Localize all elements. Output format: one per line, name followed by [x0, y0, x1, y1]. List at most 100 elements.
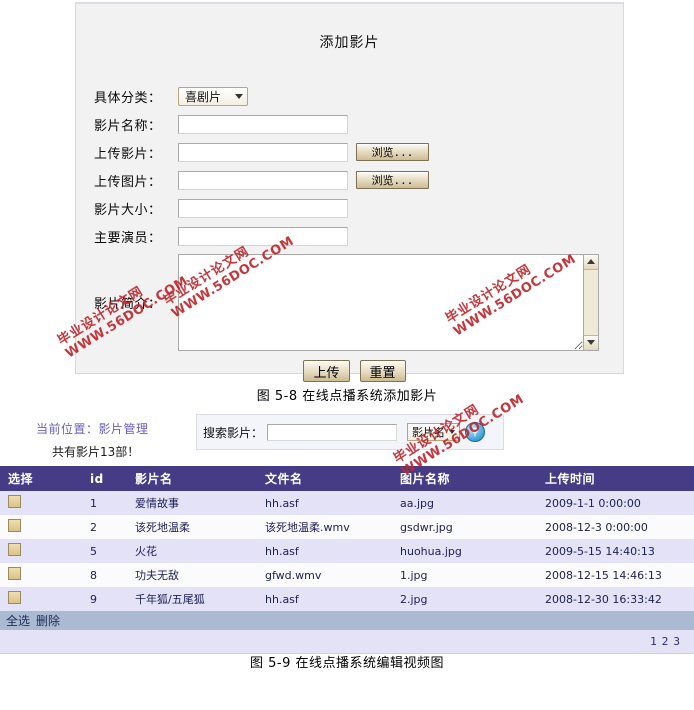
category-select[interactable]: 喜剧片	[178, 86, 248, 106]
row-checkbox[interactable]	[8, 495, 21, 508]
movie-count-text: 共有影片13部！	[52, 445, 140, 459]
browse-movie-button[interactable]: 浏览...	[356, 143, 429, 161]
form-title: 添加影片	[319, 35, 380, 51]
row-time: 2008-12-15 14:46:13	[537, 563, 694, 587]
control-movie-size	[178, 198, 348, 218]
table-footer-bar: 全选 删除	[0, 611, 694, 630]
row-name[interactable]: 该死地温柔	[127, 515, 257, 539]
table-row: 1 爱情故事 hh.asf aa.jpg 2009-1-1 0:00:00 10	[0, 491, 694, 515]
row-checkbox-cell	[0, 491, 82, 515]
label-movie-size: 影片大小：	[94, 202, 162, 218]
upload-image-input[interactable]	[178, 170, 348, 190]
row-checkbox[interactable]	[8, 519, 21, 532]
row-time: 2008-12-30 16:33:42	[537, 587, 694, 611]
row-time: 2008-12-3 0:00:00	[537, 515, 694, 539]
row-checkbox-cell	[0, 515, 82, 539]
field-row-synopsis: 影片简介：	[86, 252, 623, 352]
row-file: hh.asf	[257, 587, 392, 611]
row-time: 2009-5-15 14:40:13	[537, 539, 694, 563]
main-actors-input[interactable]	[178, 226, 348, 246]
table-row: 8 功夫无敌 gfwd.wmv 1.jpg 2008-12-15 14:46:1…	[0, 563, 694, 587]
browse-image-button[interactable]: 浏览...	[356, 171, 429, 189]
row-name[interactable]: 爱情故事	[127, 491, 257, 515]
page-link-2[interactable]: 2	[662, 635, 669, 648]
movie-size-input[interactable]	[178, 198, 348, 218]
field-row-upload-image: 上传图片： 浏览...	[86, 166, 623, 194]
chevron-down-icon	[235, 93, 243, 99]
row-id: 1	[82, 491, 127, 515]
upload-movie-input[interactable]	[178, 142, 348, 162]
delete-link[interactable]: 删除	[36, 612, 60, 629]
row-image: huohua.jpg	[392, 539, 537, 563]
row-id: 8	[82, 563, 127, 587]
row-checkbox[interactable]	[8, 567, 21, 580]
search-box: 搜索影片： 影片名 ⚲	[196, 414, 504, 450]
column-header-time[interactable]: 上传时间	[537, 466, 694, 491]
add-movie-form-panel: 添加影片 具体分类： 喜剧片 影片名称： 上传影片： 浏览... 上传图片： 浏…	[75, 2, 624, 382]
figure2-caption: 图 5-9 在线点播系统编辑视频图	[250, 656, 444, 671]
search-input[interactable]	[267, 423, 398, 441]
row-image: gsdwr.jpg	[392, 515, 537, 539]
table-row: 9 千年狐/五尾狐 hh.asf 2.jpg 2008-12-30 16:33:…	[0, 587, 694, 611]
screenshot-root: 添加影片 具体分类： 喜剧片 影片名称： 上传影片： 浏览... 上传图片： 浏…	[0, 0, 694, 710]
row-file: hh.asf	[257, 491, 392, 515]
row-time: 2009-1-1 0:00:00	[537, 491, 694, 515]
row-checkbox-cell	[0, 539, 82, 563]
row-name[interactable]: 千年狐/五尾狐	[127, 587, 257, 611]
row-name[interactable]: 火花	[127, 539, 257, 563]
row-checkbox-cell	[0, 563, 82, 587]
row-checkbox-cell	[0, 587, 82, 611]
column-header-select[interactable]: 选择	[0, 466, 82, 491]
scroll-up-arrow-icon[interactable]	[584, 254, 598, 270]
row-file: gfwd.wmv	[257, 563, 392, 587]
movie-name-input[interactable]	[178, 114, 348, 134]
row-image: aa.jpg	[392, 491, 537, 515]
row-image: 1.jpg	[392, 563, 537, 587]
control-category: 喜剧片	[178, 86, 248, 106]
synopsis-scrollbar[interactable]	[583, 253, 599, 351]
table-body: 1 爱情故事 hh.asf aa.jpg 2009-1-1 0:00:00 10…	[0, 491, 694, 611]
label-upload-image: 上传图片：	[94, 174, 162, 190]
column-header-file[interactable]: 文件名	[257, 466, 392, 491]
control-synopsis	[178, 253, 599, 351]
row-name[interactable]: 功夫无敌	[127, 563, 257, 587]
control-upload-movie: 浏览...	[178, 142, 429, 162]
label-main-actors: 主要演员：	[94, 230, 162, 246]
field-row-movie-size: 影片大小：	[86, 194, 623, 222]
movie-table: 选择 id 影片名 文件名 图片名称 上传时间 点击率 1 爱情故事 hh.as…	[0, 466, 694, 611]
upload-button[interactable]: 上传	[303, 360, 350, 382]
scroll-down-arrow-icon[interactable]	[584, 334, 598, 350]
select-all-link[interactable]: 全选	[6, 612, 30, 629]
control-movie-name	[178, 114, 348, 134]
label-upload-movie: 上传影片：	[94, 146, 162, 162]
row-file: 该死地温柔.wmv	[257, 515, 392, 539]
row-id: 9	[82, 587, 127, 611]
field-row-movie-name: 影片名称：	[86, 110, 623, 138]
table-row: 2 该死地温柔 该死地温柔.wmv gsdwr.jpg 2008-12-3 0:…	[0, 515, 694, 539]
row-checkbox[interactable]	[8, 543, 21, 556]
control-main-actors	[178, 226, 348, 246]
category-select-value: 喜剧片	[185, 89, 222, 104]
column-header-id[interactable]: id	[82, 466, 127, 491]
field-row-upload-movie: 上传影片： 浏览...	[86, 138, 623, 166]
search-field-select[interactable]: 影片名	[407, 423, 461, 441]
breadcrumb: 当前位置：影片管理	[36, 422, 149, 436]
search-icon[interactable]: ⚲	[465, 422, 486, 442]
page-link-3[interactable]: 3	[673, 635, 680, 648]
column-header-name[interactable]: 影片名	[127, 466, 257, 491]
search-label: 搜索影片：	[203, 425, 264, 440]
form-fields: 具体分类： 喜剧片 影片名称： 上传影片： 浏览... 上传图片： 浏览... …	[76, 82, 623, 382]
table-header-row: 选择 id 影片名 文件名 图片名称 上传时间 点击率	[0, 466, 694, 491]
row-checkbox[interactable]	[8, 591, 21, 604]
pagination: 1 2 3	[0, 630, 694, 654]
column-header-image[interactable]: 图片名称	[392, 466, 537, 491]
reset-button[interactable]: 重置	[359, 360, 406, 382]
figure1-caption: 图 5-8 在线点播系统添加影片	[256, 389, 438, 404]
synopsis-textarea[interactable]	[178, 253, 583, 351]
row-file: hh.asf	[257, 539, 392, 563]
search-field-select-value: 影片名	[412, 426, 446, 439]
label-synopsis: 影片简介：	[94, 296, 162, 312]
chevron-down-icon	[449, 430, 456, 434]
label-movie-name: 影片名称：	[94, 118, 162, 134]
page-link-1[interactable]: 1	[650, 635, 657, 648]
